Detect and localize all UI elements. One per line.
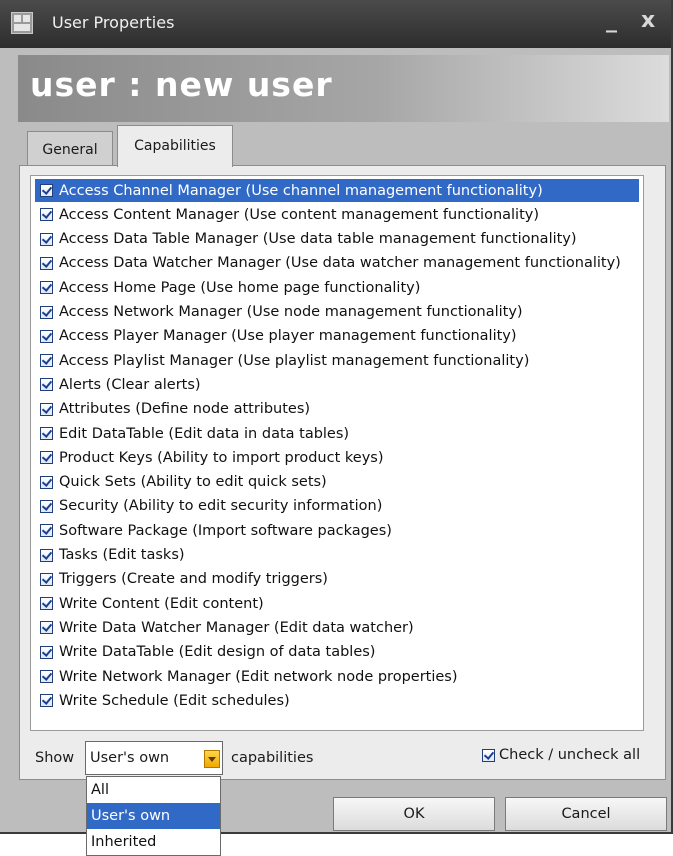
capability-checkbox[interactable] <box>40 475 53 489</box>
capabilities-suffix-label: capabilities <box>231 750 314 766</box>
capability-item[interactable]: Quick Sets (Ability to edit quick sets) <box>35 471 639 494</box>
show-filter-value: User's own <box>90 750 170 766</box>
capability-label: Access Home Page (Use home page function… <box>59 279 421 296</box>
dropdown-option-inherited[interactable]: Inherited <box>87 829 220 855</box>
ok-button[interactable]: OK <box>333 797 495 831</box>
close-button[interactable]: x <box>641 8 655 33</box>
capability-checkbox[interactable] <box>40 572 53 586</box>
check-all-toggle[interactable]: Check / uncheck all <box>482 747 640 763</box>
capability-item[interactable]: Write Data Watcher Manager (Edit data wa… <box>35 616 639 639</box>
capability-item[interactable]: Write Network Manager (Edit network node… <box>35 665 639 688</box>
capability-item[interactable]: Access Network Manager (Use node managem… <box>35 301 639 324</box>
capability-item[interactable]: Access Data Watcher Manager (Use data wa… <box>35 252 639 275</box>
capability-label: Access Network Manager (Use node managem… <box>59 304 523 320</box>
page-title: user : new user <box>30 65 333 104</box>
capability-item[interactable]: Access Data Table Manager (Use data tabl… <box>35 228 639 251</box>
capability-item[interactable]: Access Playlist Manager (Use playlist ma… <box>35 349 639 372</box>
capability-label: Edit DataTable (Edit data in data tables… <box>59 425 350 442</box>
capability-checkbox[interactable] <box>40 694 53 708</box>
capability-item[interactable]: Access Player Manager (Use player manage… <box>35 325 639 348</box>
capability-label: Access Playlist Manager (Use playlist ma… <box>59 352 530 369</box>
capability-label: Security (Ability to edit security infor… <box>59 498 383 515</box>
show-filter-dropdown[interactable]: All User's own Inherited <box>86 776 221 856</box>
minimize-button[interactable]: _ <box>606 8 617 33</box>
capability-item[interactable]: Software Package (Import software packag… <box>35 519 639 542</box>
capability-checkbox[interactable] <box>40 597 53 611</box>
check-all-label: Check / uncheck all <box>499 747 641 763</box>
capability-checkbox[interactable] <box>40 402 53 416</box>
capability-item[interactable]: Write Schedule (Edit schedules) <box>35 689 639 712</box>
capability-checkbox[interactable] <box>40 645 53 659</box>
capability-checkbox[interactable] <box>40 670 53 683</box>
capability-checkbox[interactable] <box>40 524 53 538</box>
capability-item[interactable]: Attributes (Define node attributes) <box>35 398 639 421</box>
capability-checkbox[interactable] <box>40 621 53 635</box>
capability-checkbox[interactable] <box>40 499 53 513</box>
cancel-button[interactable]: Cancel <box>505 797 667 831</box>
capability-label: Attributes (Define node attributes) <box>59 401 311 418</box>
capability-item[interactable]: Tasks (Edit tasks) <box>35 544 639 567</box>
capability-label: Write Schedule (Edit schedules) <box>59 692 290 709</box>
capabilities-list[interactable]: Access Channel Manager (Use channel mana… <box>30 175 644 731</box>
capability-label: Write Content (Edit content) <box>59 595 264 612</box>
capability-item[interactable]: Access Content Manager (Use content mana… <box>35 203 639 226</box>
capability-checkbox[interactable] <box>40 256 53 270</box>
capability-checkbox[interactable] <box>40 378 53 392</box>
capability-label: Tasks (Edit tasks) <box>59 547 185 563</box>
capability-checkbox[interactable] <box>40 208 53 222</box>
capability-checkbox[interactable] <box>40 354 53 368</box>
capability-item[interactable]: Triggers (Create and modify triggers) <box>35 568 639 591</box>
capability-label: Write Network Manager (Edit network node… <box>59 668 458 685</box>
tab-capabilities[interactable]: Capabilities <box>117 125 233 167</box>
capability-label: Write Data Watcher Manager (Edit data wa… <box>59 619 414 636</box>
dropdown-option-users-own[interactable]: User's own <box>87 803 220 829</box>
capability-label: Triggers (Create and modify triggers) <box>59 571 328 588</box>
capability-checkbox[interactable] <box>40 281 53 295</box>
header-banner: user : new user <box>18 55 669 122</box>
capability-label: Write DataTable (Edit design of data tab… <box>59 644 376 661</box>
capability-item[interactable]: Security (Ability to edit security infor… <box>35 495 639 518</box>
window-title: User Properties <box>52 13 175 32</box>
capability-item[interactable]: Alerts (Clear alerts) <box>35 373 639 396</box>
tab-general[interactable]: General <box>27 131 113 165</box>
show-filter-select[interactable]: User's own <box>85 741 223 775</box>
capability-checkbox[interactable] <box>40 329 53 343</box>
capability-item[interactable]: Access Channel Manager (Use channel mana… <box>35 179 639 202</box>
capability-label: Access Content Manager (Use content mana… <box>59 206 540 223</box>
capability-label: Access Channel Manager (Use channel mana… <box>59 182 543 199</box>
capability-item[interactable]: Access Home Page (Use home page function… <box>35 276 639 299</box>
show-label: Show <box>35 750 75 766</box>
capability-item[interactable]: Product Keys (Ability to import product … <box>35 446 639 469</box>
capability-checkbox[interactable] <box>40 305 53 319</box>
capability-item[interactable]: Edit DataTable (Edit data in data tables… <box>35 422 639 445</box>
app-window-icon <box>11 12 33 34</box>
capability-checkbox[interactable] <box>40 427 53 440</box>
dropdown-option-all[interactable]: All <box>87 777 220 803</box>
dropdown-arrow-icon[interactable] <box>204 750 220 768</box>
capability-label: Access Player Manager (Use player manage… <box>59 328 517 345</box>
capability-item[interactable]: Write DataTable (Edit design of data tab… <box>35 641 639 664</box>
capability-label: Quick Sets (Ability to edit quick sets) <box>59 474 327 491</box>
capability-label: Alerts (Clear alerts) <box>59 376 201 393</box>
capability-label: Software Package (Import software packag… <box>59 522 392 539</box>
capability-label: Access Data Table Manager (Use data tabl… <box>59 231 577 248</box>
capability-checkbox[interactable] <box>40 184 53 197</box>
tab-general-label: General <box>42 142 98 158</box>
capability-item[interactable]: Write Content (Edit content) <box>35 592 639 615</box>
capability-checkbox[interactable] <box>40 548 53 562</box>
title-bar[interactable]: User Properties _ x <box>0 0 671 48</box>
capability-checkbox[interactable] <box>40 451 53 465</box>
tab-capabilities-label: Capabilities <box>134 138 216 154</box>
capability-checkbox[interactable] <box>40 232 53 246</box>
user-properties-window: User Properties _ x user : new user Gene… <box>0 0 673 834</box>
capability-label: Product Keys (Ability to import product … <box>59 449 384 466</box>
capability-label: Access Data Watcher Manager (Use data wa… <box>59 255 621 272</box>
check-all-checkbox[interactable] <box>482 748 495 762</box>
